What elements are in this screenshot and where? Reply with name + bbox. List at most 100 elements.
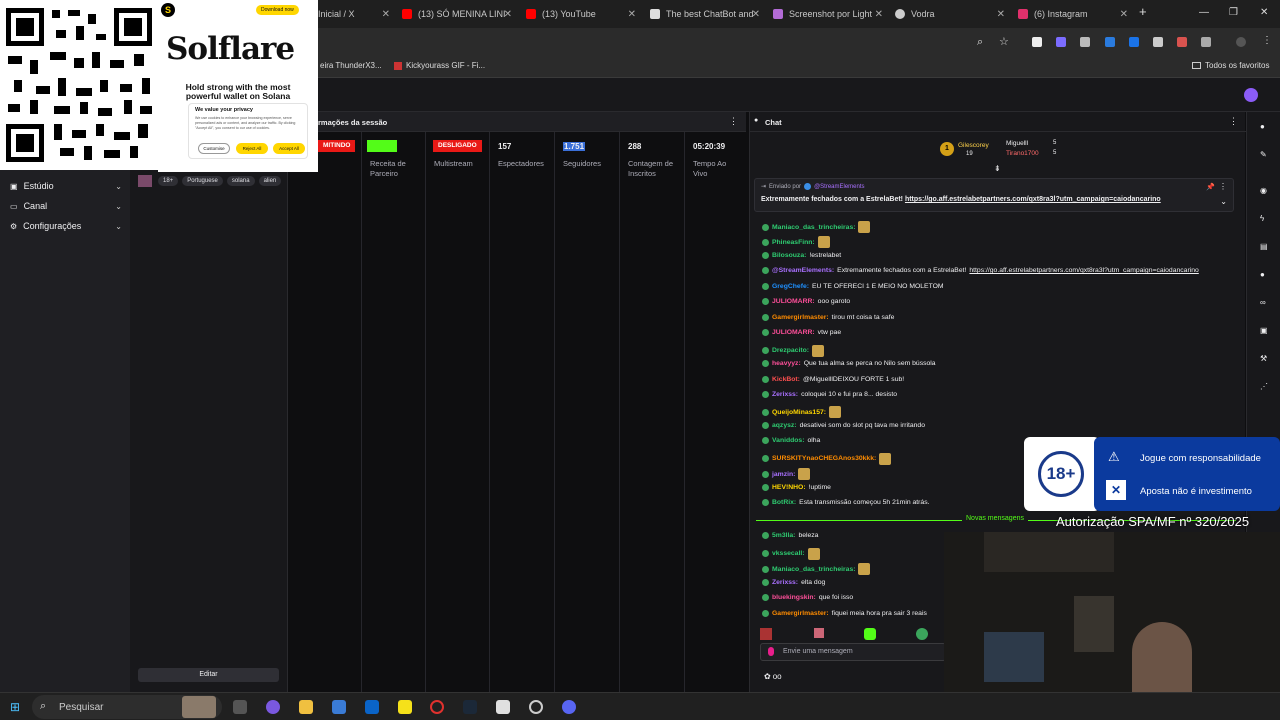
chat-username[interactable]: Zerixss:: [772, 391, 798, 398]
pinned-link[interactable]: https://go.aff.estrelabetpartners.com/qx…: [905, 196, 1161, 203]
task-view-icon[interactable]: [233, 700, 247, 714]
window-close-icon[interactable]: ✕: [1260, 7, 1268, 18]
chat-username[interactable]: @StreamElements:: [772, 267, 834, 274]
chat-username[interactable]: heavyyz:: [772, 360, 801, 367]
chat-link[interactable]: https://go.aff.estrelabetpartners.com/qx…: [969, 267, 1198, 274]
chevron-down-icon[interactable]: ⇟: [994, 164, 1001, 173]
profile-avatar[interactable]: [1236, 37, 1246, 47]
extension-icon[interactable]: [1032, 37, 1042, 47]
tab-lightshot[interactable]: Screenshot por Light ✕: [773, 4, 883, 24]
document-icon[interactable]: ▤: [1260, 242, 1268, 251]
file-explorer-icon[interactable]: [299, 700, 313, 714]
chat-username[interactable]: SURSKITYnaoCHEGAnos30kkk:: [772, 455, 876, 462]
chat-username[interactable]: Vaniddos:: [772, 437, 804, 444]
chevron-down-icon[interactable]: ⌄: [1220, 197, 1227, 206]
copilot-icon[interactable]: [266, 700, 280, 714]
chat-username[interactable]: vkssecall:: [772, 550, 805, 557]
chat-username[interactable]: 5m3lla:: [772, 532, 795, 539]
chat-username[interactable]: HEV!NHO:: [772, 484, 806, 491]
more-icon[interactable]: ⋮: [1219, 182, 1227, 191]
chat-username[interactable]: Maniaco_das_trincheiras:: [772, 566, 855, 573]
info-icon[interactable]: ●: [1260, 122, 1268, 131]
tag[interactable]: alien: [258, 176, 282, 186]
microphone-icon[interactable]: [768, 647, 774, 656]
tag[interactable]: Portuguese: [182, 176, 223, 186]
wrench-icon[interactable]: ⚒: [1260, 354, 1268, 363]
tab-chatbot[interactable]: The best ChatBot and ✕: [650, 4, 760, 24]
emote-icon[interactable]: [916, 628, 928, 640]
tag[interactable]: 18+: [158, 176, 179, 186]
download-now-button[interactable]: Download now: [256, 5, 299, 15]
chat-username[interactable]: KickBot:: [772, 376, 800, 383]
store-icon[interactable]: [332, 700, 346, 714]
extension-icon[interactable]: [1177, 37, 1187, 47]
extension-icon[interactable]: [1153, 37, 1163, 47]
extension-icon[interactable]: [1056, 37, 1066, 47]
extension-icon[interactable]: [1105, 37, 1115, 47]
chat-username[interactable]: Gamergirlmaster:: [772, 314, 829, 321]
extension-icon[interactable]: [1080, 37, 1090, 47]
link-icon[interactable]: ∞: [1260, 298, 1268, 307]
minimize-icon[interactable]: —: [1199, 7, 1209, 18]
extension-icon[interactable]: [1129, 37, 1139, 47]
edit-button[interactable]: Editar: [138, 668, 279, 682]
more-icon[interactable]: ⋮: [1229, 116, 1238, 127]
lightshot-icon[interactable]: [496, 700, 510, 714]
taskbar-search[interactable]: ⌕ Pesquisar: [32, 695, 222, 719]
emote-icon[interactable]: [760, 628, 772, 640]
obs-icon[interactable]: [529, 700, 543, 714]
maximize-icon[interactable]: ❐: [1229, 7, 1238, 18]
reject-all-button[interactable]: Reject All: [236, 143, 268, 154]
menu-icon[interactable]: ⋮: [1262, 35, 1272, 46]
bolt-icon[interactable]: ϟ: [1260, 214, 1268, 223]
chat-username[interactable]: JULIOMARR:: [772, 329, 815, 336]
bookmark[interactable]: Kickyourass GIF - Fi...: [394, 61, 485, 70]
close-icon[interactable]: ✕: [628, 9, 636, 20]
outlook-icon[interactable]: [365, 700, 379, 714]
chat-username[interactable]: PhineasFinn:: [772, 239, 815, 246]
pencil-icon[interactable]: ✎: [1260, 150, 1268, 159]
chat-username[interactable]: Drezpacito:: [772, 347, 809, 354]
stat-value[interactable]: 1.751: [563, 142, 586, 151]
discord-icon[interactable]: [562, 700, 576, 714]
nav-canal[interactable]: ▭ Canal ⌄: [10, 201, 122, 211]
chat-username[interactable]: Bilosouza:: [772, 252, 806, 259]
chat-username[interactable]: BotRix:: [772, 499, 796, 506]
accept-all-button[interactable]: Accept All: [273, 143, 305, 154]
close-icon[interactable]: ✕: [997, 9, 1005, 20]
chat-username[interactable]: GregChefe:: [772, 283, 809, 290]
tab-instagram[interactable]: (6) Instagram ✕: [1018, 4, 1128, 24]
layout-icon[interactable]: ▣: [1260, 326, 1268, 335]
pin-icon[interactable]: 📌: [1206, 183, 1215, 191]
new-tab-icon[interactable]: +: [1139, 4, 1147, 19]
tab-youtube-2[interactable]: (13) YouTube ✕: [526, 4, 636, 24]
chat-username[interactable]: Maniaco_das_trincheiras:: [772, 224, 855, 231]
puzzle-icon[interactable]: [1201, 37, 1211, 47]
emote-icon[interactable]: [864, 628, 876, 640]
chat-bubble-icon[interactable]: ●: [1260, 270, 1268, 279]
emote-icon[interactable]: [814, 628, 824, 638]
close-icon[interactable]: ✕: [875, 9, 883, 20]
chat-input[interactable]: Envie uma mensagem: [760, 643, 946, 661]
chat-username[interactable]: Zerixss:: [772, 579, 798, 586]
chat-username[interactable]: QueijoMinas157:: [772, 409, 826, 416]
steam-icon[interactable]: [463, 700, 477, 714]
chat-footer[interactable]: ✿ oo: [764, 672, 782, 681]
camera-icon[interactable]: ◉: [1260, 186, 1268, 195]
bookmark[interactable]: eira ThunderX3...: [320, 61, 382, 70]
close-icon[interactable]: ✕: [382, 9, 390, 20]
tag[interactable]: solana: [226, 176, 255, 186]
close-icon[interactable]: ✕: [1120, 9, 1128, 20]
close-icon[interactable]: ✕: [752, 9, 760, 20]
all-favorites[interactable]: Todos os favoritos: [1192, 61, 1269, 70]
share-icon[interactable]: ⋰: [1260, 382, 1268, 391]
tab-vodra[interactable]: Vodra ✕: [895, 4, 1005, 24]
tab-youtube-1[interactable]: (13) SÓ MENINA LINI ✕: [402, 4, 512, 24]
star-icon[interactable]: ☆: [999, 35, 1009, 48]
opera-icon[interactable]: [430, 700, 444, 714]
chat-username[interactable]: Gamergirlmaster:: [772, 610, 829, 617]
tab-x[interactable]: Inicial / X ✕: [318, 4, 390, 24]
nav-configuracoes[interactable]: ⚙ Configurações ⌄: [10, 221, 122, 231]
chat-username[interactable]: JULIOMARR:: [772, 298, 815, 305]
customise-button[interactable]: Customise: [198, 143, 230, 154]
